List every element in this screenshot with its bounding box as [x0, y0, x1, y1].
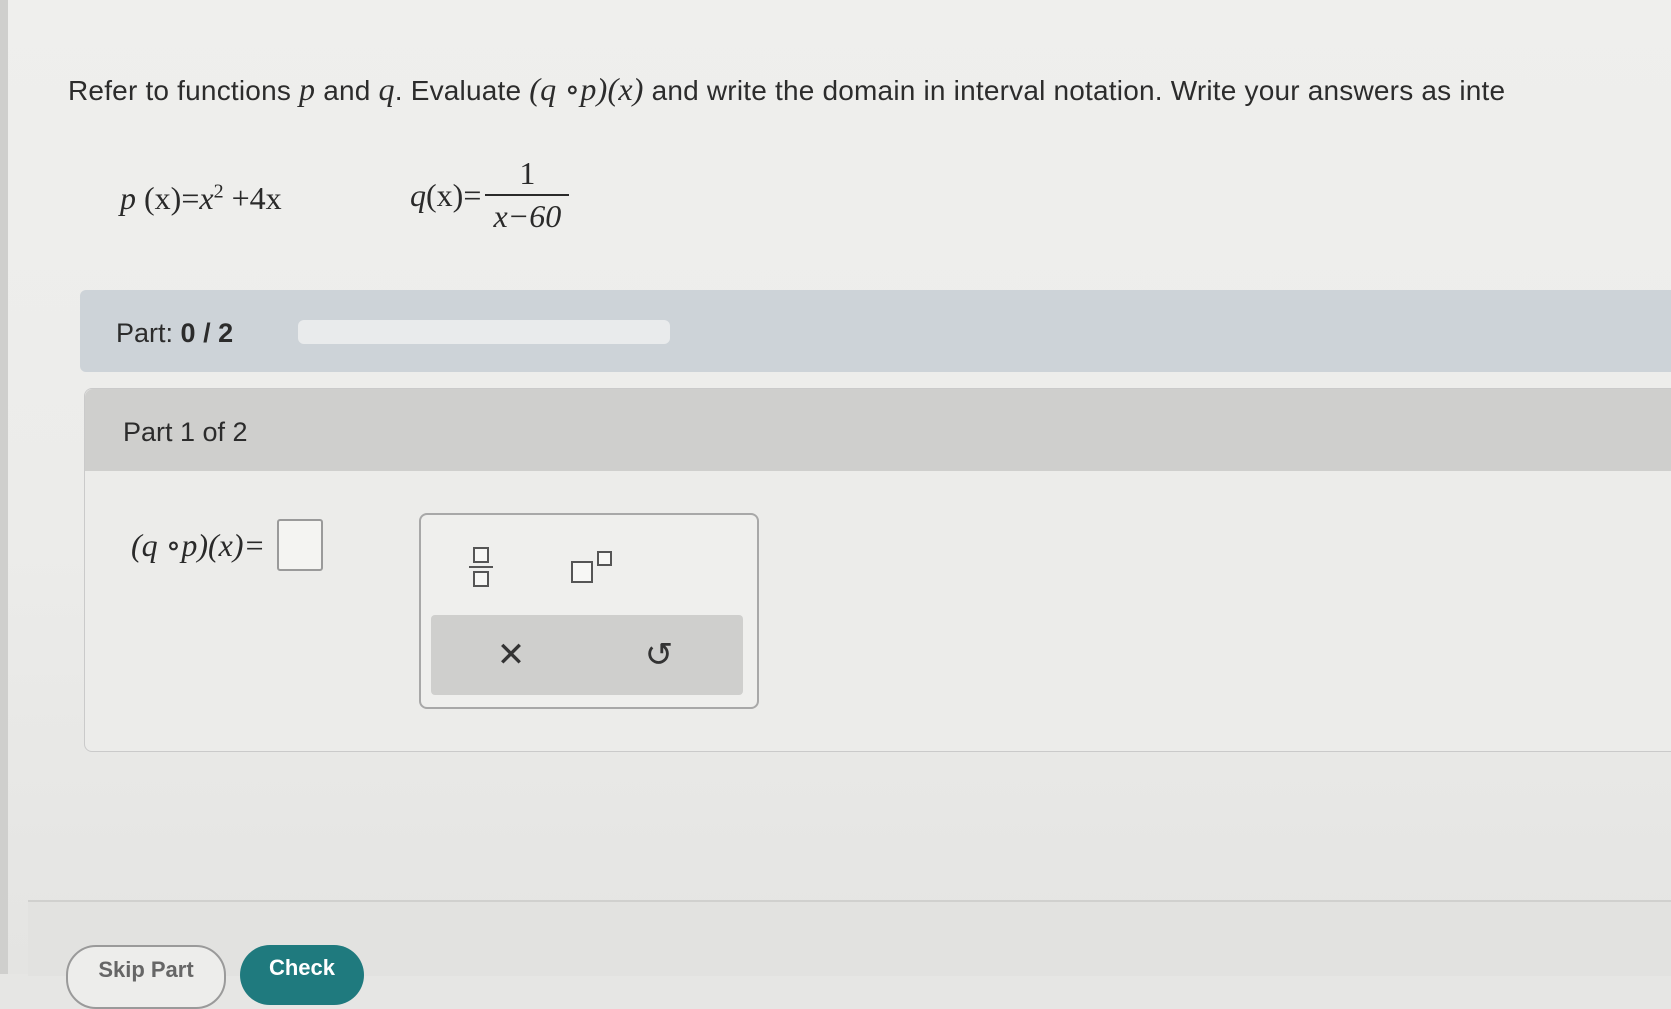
q-name: q: [410, 176, 426, 213]
exponent-template-button[interactable]: [561, 537, 621, 597]
question-prefix: Refer to functions: [68, 75, 292, 106]
and-word: and: [323, 75, 371, 106]
fraction-line-icon: [469, 566, 493, 568]
p-args: (x)=: [144, 180, 200, 216]
answer-input[interactable]: [277, 519, 324, 571]
close-icon: ✕: [496, 636, 526, 674]
progress-track: [298, 320, 670, 344]
q-fraction: 1 x−60: [485, 155, 570, 235]
math-toolbox: ✕ ↺: [419, 513, 759, 709]
numerator-box-icon: [473, 547, 489, 563]
check-button[interactable]: Check: [240, 945, 364, 1005]
toolbox-actions: ✕ ↺: [431, 615, 743, 695]
check-label: Check: [268, 955, 336, 980]
p-body: x: [199, 180, 214, 216]
undo-button[interactable]: ↺: [619, 625, 699, 685]
exponent-template-icon: [569, 547, 613, 587]
question-suffix: and write the domain in interval notatio…: [651, 75, 1506, 106]
undo-icon: ↺: [644, 636, 674, 674]
part-card: Part 1 of 2 (q ∘p)(x)= ✕ ↺: [84, 388, 1671, 752]
var-p: p: [299, 71, 316, 107]
var-q: q: [378, 71, 395, 107]
function-p: p (x)=x2 +4x: [120, 180, 282, 217]
denominator-box-icon: [473, 571, 489, 587]
part-header-label: Part 1 of 2: [123, 417, 248, 447]
p-exponent: 2: [213, 180, 224, 203]
question-evaluate: . Evaluate: [394, 75, 522, 106]
p-tail: +4x: [223, 180, 282, 216]
q-numerator: 1: [519, 155, 536, 191]
part-label-text: Part:: [116, 318, 174, 348]
q-denominator: x−60: [493, 198, 562, 234]
fraction-template-icon: [469, 547, 493, 587]
clear-button[interactable]: ✕: [471, 625, 551, 685]
composition-expression: (q ∘p)(x): [529, 71, 644, 107]
base-box-icon: [571, 561, 593, 583]
skip-part-button[interactable]: Skip Part: [66, 945, 226, 1009]
part-progress-value: 0 / 2: [180, 318, 234, 348]
answer-row: (q ∘p)(x)=: [131, 519, 324, 571]
part-progress-bar: Part: 0 / 2: [80, 290, 1671, 372]
page: Refer to functions p and q. Evaluate (q …: [0, 0, 1671, 1009]
superscript-box-icon: [597, 551, 612, 566]
function-q: q (x)= 1 x−60: [410, 150, 570, 240]
q-args: (x)=: [426, 176, 482, 213]
fraction-template-button[interactable]: [451, 537, 511, 597]
question-text: Refer to functions p and q. Evaluate (q …: [68, 70, 1671, 108]
left-edge: [0, 0, 8, 974]
part-progress-label: Part: 0 / 2: [116, 318, 233, 349]
part-header: Part 1 of 2: [85, 389, 1671, 471]
answer-label: (q ∘p)(x)=: [131, 527, 266, 563]
p-name: p: [120, 180, 136, 216]
skip-part-label: Skip Part: [98, 957, 194, 982]
